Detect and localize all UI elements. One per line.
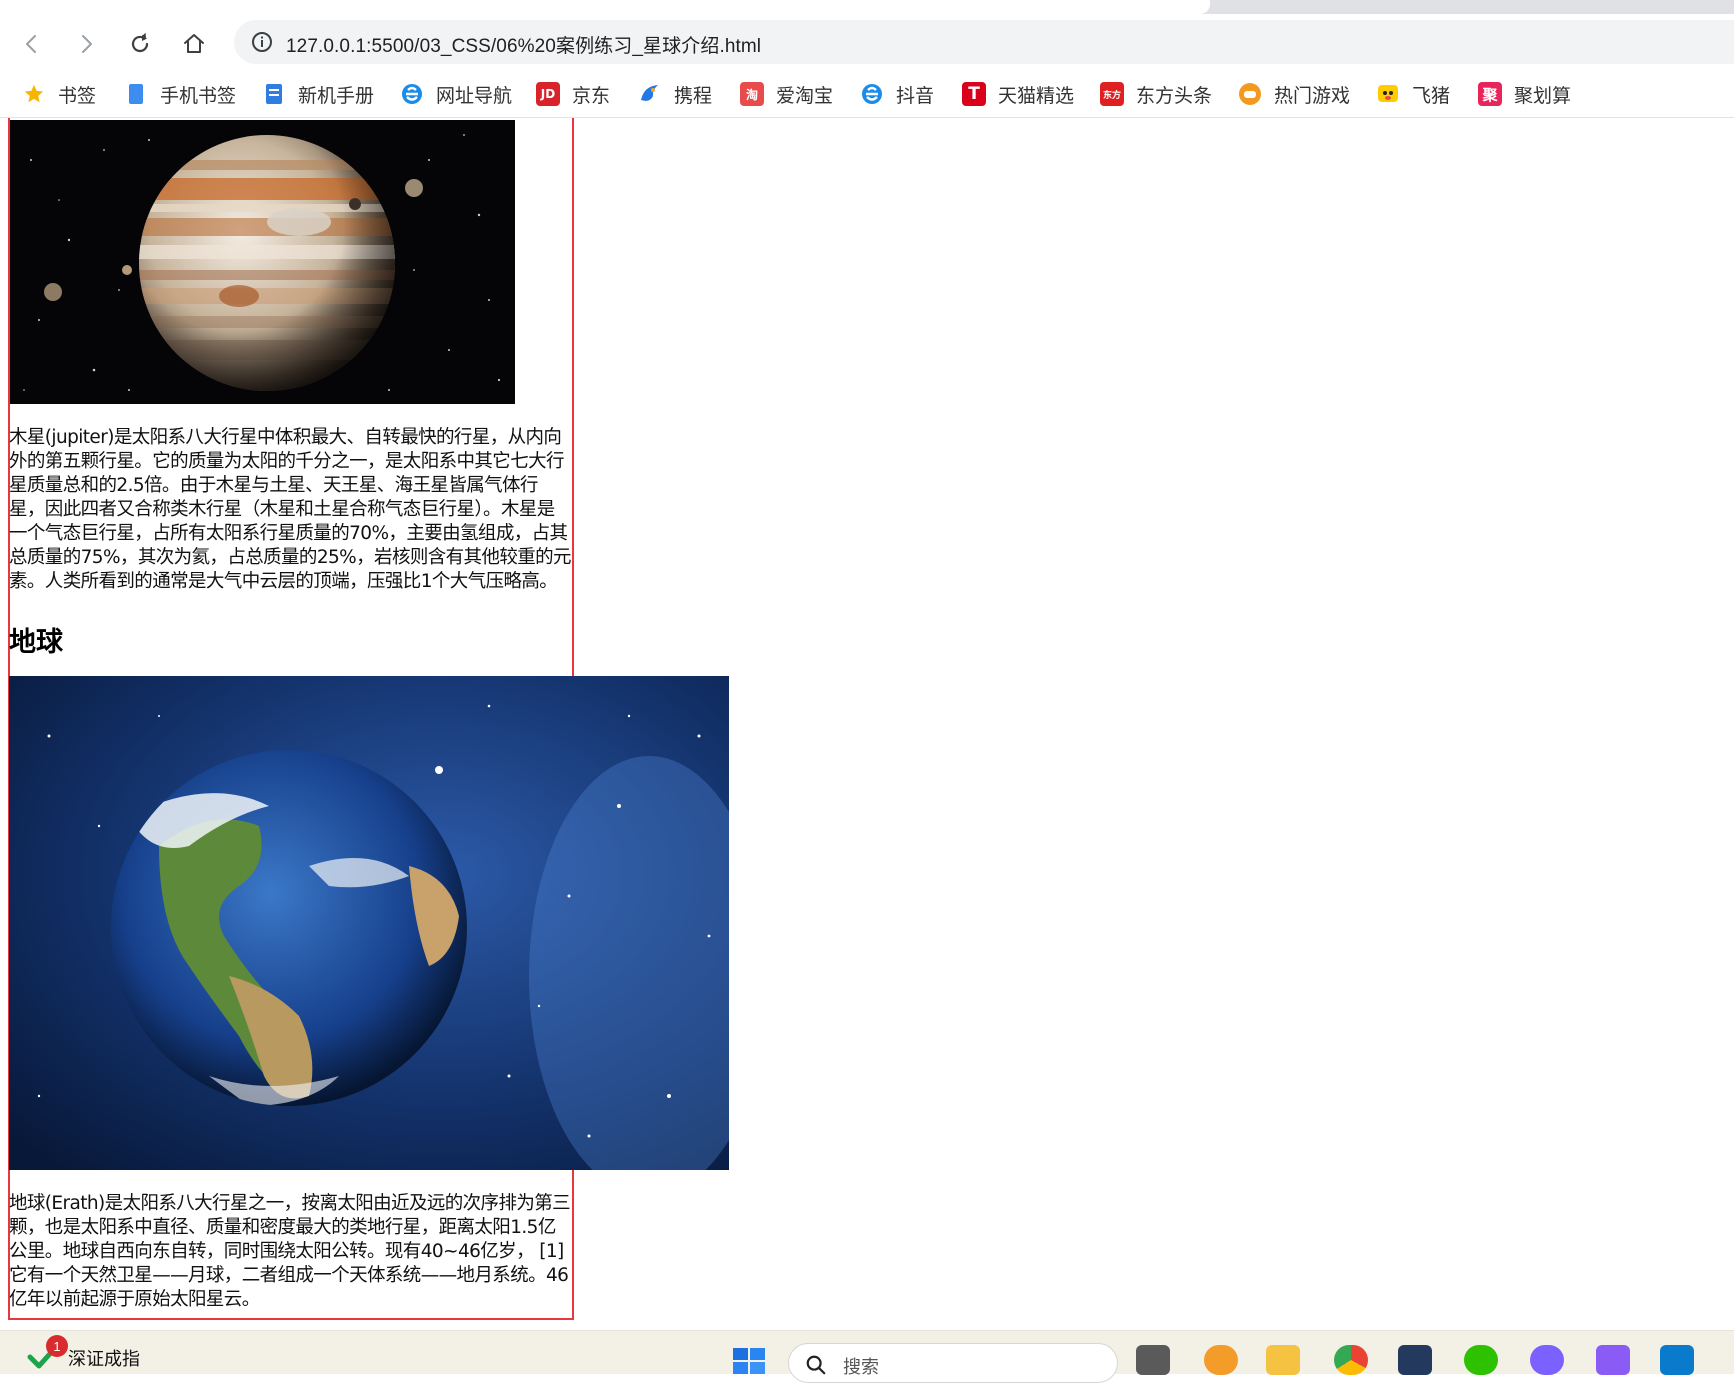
bookmark-label: 爱淘宝: [776, 84, 834, 107]
vscode-icon[interactable]: [1660, 1345, 1694, 1375]
bookmark-label: 携程: [674, 84, 713, 107]
earth-heading: 地球: [9, 627, 63, 658]
reload-button[interactable]: [124, 28, 156, 60]
address-bar[interactable]: 127.0.0.1:5500/03_CSS/06%20案例练习_星球介绍.htm…: [234, 20, 1734, 64]
back-button[interactable]: [16, 28, 48, 60]
map-pin-icon[interactable]: [1204, 1345, 1238, 1375]
bookmark-label: 飞猪: [1412, 84, 1451, 107]
url-text[interactable]: 127.0.0.1:5500/03_CSS/06%20案例练习_星球介绍.htm…: [286, 31, 761, 58]
bookmark-label: 书签: [58, 84, 97, 107]
stock-widget[interactable]: 1 深证成指: [26, 1335, 140, 1371]
taobao-icon: 淘: [740, 82, 764, 106]
bookmark-label: 抖音: [896, 84, 935, 107]
taskbar-search[interactable]: 搜索: [788, 1343, 1118, 1383]
forward-button[interactable]: [70, 28, 102, 60]
app-circle-icon[interactable]: [1530, 1345, 1564, 1375]
bookmark-label: 热门游戏: [1274, 84, 1351, 107]
jd-icon: JD: [536, 82, 560, 106]
bookmark-label: 京东: [572, 84, 611, 107]
bookmark-label: 东方头条: [1136, 84, 1213, 107]
reload-icon: [131, 32, 149, 53]
ie-nav-icon: [400, 82, 424, 106]
ctrip-icon: [638, 82, 662, 106]
bookmark-item[interactable]: 网址导航: [400, 81, 512, 107]
bookmarks-bar: 书签 手机书签 新机手册 网址导航 JD 京东 携程 淘 爱淘宝 抖音 T 天猫…: [0, 70, 1734, 118]
tmall-icon: T: [962, 82, 986, 106]
home-button[interactable]: [178, 28, 210, 60]
page-viewport: 木星(jupiter)是太阳系八大行星中体积最大、自转最快的行星，从内向外的第五…: [0, 118, 1734, 1330]
star-icon: [22, 82, 46, 106]
task-view-icon[interactable]: [1136, 1345, 1170, 1375]
manual-icon: [262, 82, 286, 106]
chrome-icon[interactable]: [1334, 1345, 1368, 1375]
bookmark-label: 手机书签: [160, 84, 237, 107]
douyin-nav-icon: [860, 82, 884, 106]
bookmark-item[interactable]: 热门游戏: [1238, 81, 1350, 107]
search-placeholder: 搜索: [843, 1357, 879, 1378]
notification-badge: 1: [46, 1335, 68, 1357]
bookmark-item[interactable]: T 天猫精选: [962, 81, 1074, 107]
back-arrow-icon: [26, 35, 36, 53]
phone-bookmark-icon: [124, 82, 148, 106]
cat-app-icon[interactable]: [1398, 1345, 1432, 1375]
juhuasuan-icon: 聚: [1478, 82, 1502, 106]
dongfang-icon: 东方: [1100, 82, 1124, 106]
windows-taskbar: 1 深证成指 搜索: [0, 1330, 1734, 1383]
tab-strip: [0, 0, 1734, 14]
earth-image: [9, 676, 729, 1170]
bookmark-item[interactable]: 聚 聚划算: [1478, 81, 1571, 107]
bookmark-item[interactable]: 淘 爱淘宝: [740, 81, 833, 107]
app-triangle-icon[interactable]: [1596, 1345, 1630, 1375]
home-icon: [184, 34, 204, 53]
windows-start-icon[interactable]: [732, 1347, 766, 1375]
bookmark-item[interactable]: 飞猪: [1376, 81, 1450, 107]
jupiter-description: 木星(jupiter)是太阳系八大行星中体积最大、自转最快的行星，从内向外的第五…: [9, 427, 572, 592]
bookmark-item[interactable]: JD 京东: [536, 81, 610, 107]
bookmark-item[interactable]: 抖音: [860, 81, 934, 107]
checkmark-icon: 1: [26, 1335, 68, 1371]
bookmark-item[interactable]: 携程: [638, 81, 712, 107]
forward-arrow-icon: [82, 35, 92, 53]
bookmark-item[interactable]: 手机书签: [124, 81, 236, 107]
bookmark-label: 网址导航: [436, 84, 513, 107]
fliggy-icon: [1376, 82, 1400, 106]
folder-icon[interactable]: [1266, 1345, 1300, 1375]
earth-description: 地球(Erath)是太阳系八大行星之一，按离太阳由近及远的次序排为第三颗，也是太…: [9, 1193, 571, 1310]
bookmark-label: 新机手册: [298, 84, 375, 107]
wechat-icon[interactable]: [1464, 1345, 1498, 1375]
info-icon[interactable]: [250, 30, 274, 54]
stock-name: 深证成指: [68, 1349, 140, 1370]
bookmark-item[interactable]: 东方 东方头条: [1100, 81, 1212, 107]
browser-toolbar: 127.0.0.1:5500/03_CSS/06%20案例练习_星球介绍.htm…: [0, 14, 1734, 70]
game-icon: [1238, 82, 1262, 106]
search-icon: [806, 1355, 826, 1375]
bookmark-label: 天猫精选: [998, 84, 1075, 107]
active-tab[interactable]: [0, 0, 1210, 14]
bookmark-item[interactable]: 书签: [22, 81, 96, 107]
bookmark-item[interactable]: 新机手册: [262, 81, 374, 107]
bookmark-label: 聚划算: [1514, 84, 1572, 107]
